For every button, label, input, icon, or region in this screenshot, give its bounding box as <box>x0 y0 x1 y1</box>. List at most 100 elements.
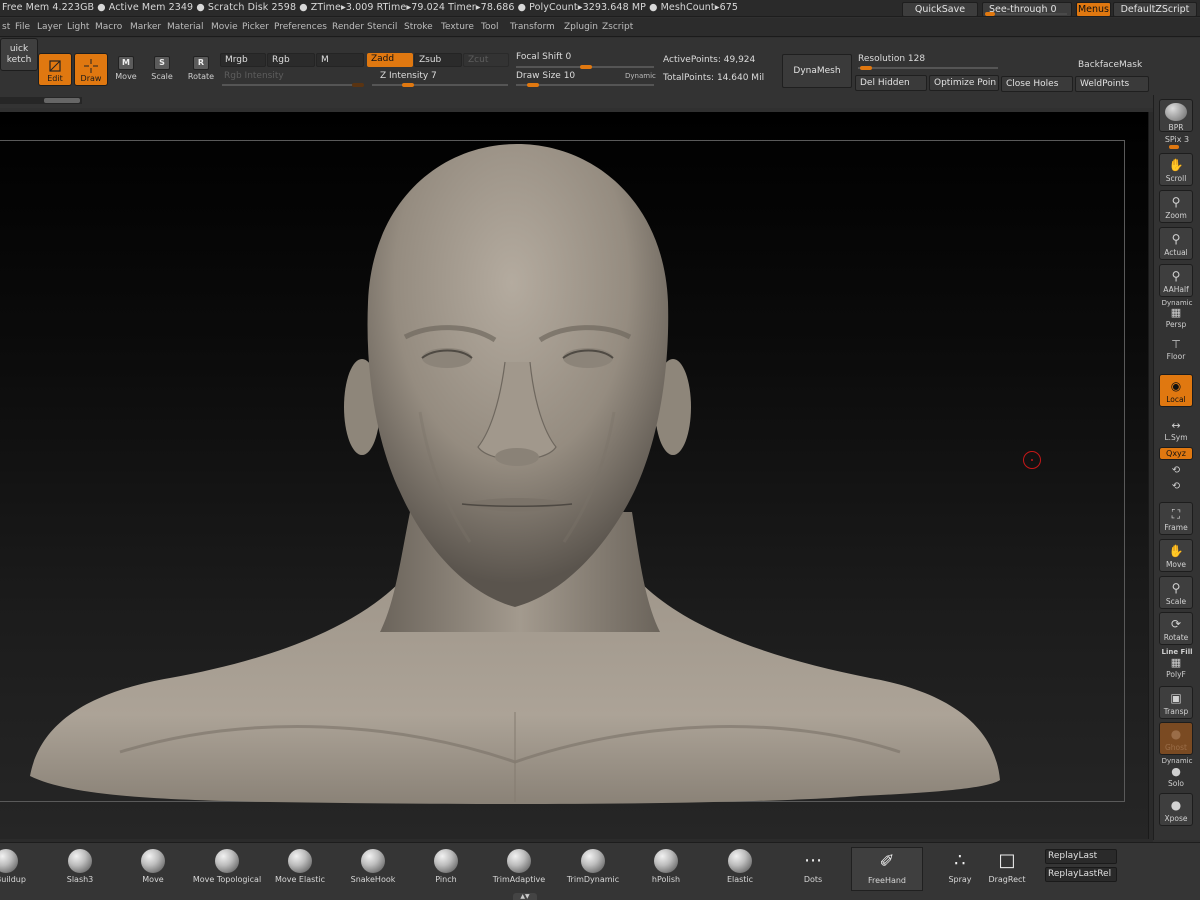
draw-button[interactable]: Draw <box>74 53 108 86</box>
backface-mask-toggle[interactable]: BackfaceMask <box>1078 60 1142 70</box>
menu-bar: st File Layer Light Macro Marker Materia… <box>0 18 1200 37</box>
edit-button[interactable]: Edit <box>38 53 72 86</box>
menu-item-movie[interactable]: Movie <box>211 22 238 32</box>
bpr-button[interactable]: BPR <box>1159 99 1193 132</box>
brush-slash3[interactable]: Slash3 <box>44 847 116 891</box>
menu-item-preferences[interactable]: Preferences <box>274 22 327 32</box>
persp-button[interactable]: ▦ Persp <box>1159 306 1193 330</box>
menu-item-macro[interactable]: Macro <box>95 22 122 32</box>
xpose-button[interactable]: ● Xpose <box>1159 793 1193 826</box>
polyf-button[interactable]: ▦ PolyF <box>1159 657 1193 680</box>
dynamic-size-toggle[interactable]: Dynamic <box>625 72 656 80</box>
zoom-button[interactable]: ⚲ Zoom <box>1159 190 1193 223</box>
brush-trimdynamic[interactable]: TrimDynamic <box>557 847 629 891</box>
sculpt-bust-model[interactable] <box>0 112 1149 839</box>
zcut-button[interactable]: Zcut <box>463 53 509 67</box>
brush-trimadaptive[interactable]: TrimAdaptive <box>483 847 555 891</box>
mrgb-button[interactable]: Mrgb <box>220 53 266 67</box>
menu-item-picker[interactable]: Picker <box>242 22 269 32</box>
menu-item-st[interactable]: st <box>2 22 10 32</box>
brush-pinch[interactable]: Pinch <box>410 847 482 891</box>
brush-move-elastic[interactable]: Move Elastic <box>264 847 336 891</box>
brush-move[interactable]: Move <box>117 847 189 891</box>
menu-item-stencil[interactable]: Stencil <box>367 22 397 32</box>
del-hidden-button[interactable]: Del Hidden <box>855 75 927 91</box>
close-holes-button[interactable]: Close Holes <box>1001 76 1073 92</box>
brush-elastic[interactable]: Elastic <box>704 847 776 891</box>
lsym-button[interactable]: ↔ L.Sym <box>1159 420 1193 443</box>
menu-item-transform[interactable]: Transform <box>510 22 555 32</box>
optimize-points-button[interactable]: Optimize Poin <box>929 75 999 91</box>
move-view-button[interactable]: ✋ Move <box>1159 539 1193 572</box>
menus-button[interactable]: Menus <box>1076 2 1111 17</box>
replay-last-button[interactable]: ReplayLast <box>1045 849 1117 864</box>
replay-last-rel-button[interactable]: ReplayLastRel <box>1045 867 1117 882</box>
menu-item-material[interactable]: Material <box>167 22 204 32</box>
draw-size-knob[interactable] <box>527 83 539 87</box>
zoom-icon: ⚲ <box>1171 195 1181 209</box>
solo-button[interactable]: ● Solo <box>1159 766 1193 789</box>
quicksave-button[interactable]: QuickSave <box>902 2 978 17</box>
frame-button[interactable]: ⛶ Frame <box>1159 502 1193 535</box>
see-through-knob[interactable] <box>985 12 995 16</box>
rotate-tool-button[interactable]: R Rotate <box>186 56 216 81</box>
weld-points-button[interactable]: WeldPoints <box>1075 76 1149 92</box>
zadd-button[interactable]: Zadd <box>367 53 413 67</box>
zsub-button[interactable]: Zsub <box>414 53 462 67</box>
move-tool-button[interactable]: M Move <box>111 56 141 81</box>
menu-item-render[interactable]: Render <box>332 22 364 32</box>
rgb-intensity-slider[interactable]: Rgb Intensity <box>220 70 360 84</box>
menu-item-stroke[interactable]: Stroke <box>404 22 433 32</box>
aahalf-button[interactable]: ⚲ AAHalf <box>1159 264 1193 297</box>
local-button[interactable]: ◉ Local <box>1159 374 1193 407</box>
see-through-track <box>987 13 1067 15</box>
menu-item-texture[interactable]: Texture <box>441 22 474 32</box>
tray-collapse-icon[interactable]: ▲▼ <box>513 893 537 900</box>
move-brush-icon <box>141 849 165 873</box>
shelf-scrollbar[interactable] <box>0 97 82 104</box>
xyz-toggle[interactable]: Qxyz <box>1159 447 1193 460</box>
spix-slider[interactable]: SPix 3 <box>1157 135 1197 144</box>
focal-shift-knob[interactable] <box>580 65 592 69</box>
document-viewport[interactable] <box>0 112 1149 839</box>
stroke-freehand[interactable]: ✐ FreeHand <box>851 847 923 891</box>
m-button[interactable]: M <box>316 53 364 67</box>
rgb-button[interactable]: Rgb <box>267 53 315 67</box>
see-through-slider[interactable]: See-through 0 <box>982 2 1072 17</box>
rotate-z-icon[interactable]: ⟲ <box>1159 481 1193 492</box>
ghost-button[interactable]: ● Ghost <box>1159 722 1193 755</box>
rotate-view-button[interactable]: ⟳ Rotate <box>1159 612 1193 645</box>
rgb-intensity-knob[interactable] <box>352 83 364 87</box>
menu-item-file[interactable]: File <box>15 22 30 32</box>
dynamesh-button[interactable]: DynaMesh <box>782 54 852 88</box>
spix-knob[interactable] <box>1169 145 1179 149</box>
quick-sketch-button[interactable]: uick ketch <box>0 38 38 71</box>
default-zscript-button[interactable]: DefaultZScript <box>1113 2 1197 17</box>
stroke-dragrect[interactable]: □ DragRect <box>971 847 1043 891</box>
menu-item-zscript[interactable]: Zscript <box>602 22 633 32</box>
rotate-y-icon[interactable]: ⟲ <box>1159 465 1193 476</box>
menu-item-zplugin[interactable]: Zplugin <box>564 22 598 32</box>
transp-button[interactable]: ▣ Transp <box>1159 686 1193 719</box>
menu-item-layer[interactable]: Layer <box>37 22 62 32</box>
bpr-icon <box>1165 103 1187 121</box>
shelf-scroll-thumb[interactable] <box>44 98 80 103</box>
menu-item-tool[interactable]: Tool <box>481 22 498 32</box>
resolution-knob[interactable] <box>860 66 872 70</box>
z-intensity-slider[interactable]: Z Intensity 7 <box>376 70 506 84</box>
brush-snakehook[interactable]: SnakeHook <box>337 847 409 891</box>
scale-view-button[interactable]: ⚲ Scale <box>1159 576 1193 609</box>
floor-button[interactable]: ⊤ Floor <box>1159 339 1193 362</box>
brush-hpolish[interactable]: hPolish <box>630 847 702 891</box>
z-intensity-knob[interactable] <box>402 83 414 87</box>
stroke-dots[interactable]: ⋯ Dots <box>777 847 849 891</box>
menu-item-marker[interactable]: Marker <box>130 22 161 32</box>
persp-icon: ▦ <box>1170 306 1182 319</box>
actual-button[interactable]: ⚲ Actual <box>1159 227 1193 260</box>
brush-claybuildup[interactable]: ayBuildup <box>0 847 42 891</box>
scroll-button[interactable]: ✋ Scroll <box>1159 153 1193 186</box>
scale-tool-button[interactable]: S Scale <box>147 56 177 81</box>
memory-status-text: Free Mem 4.223GB ● Active Mem 2349 ● Scr… <box>2 2 739 13</box>
brush-move-topological[interactable]: Move Topological <box>190 847 264 891</box>
menu-item-light[interactable]: Light <box>67 22 89 32</box>
